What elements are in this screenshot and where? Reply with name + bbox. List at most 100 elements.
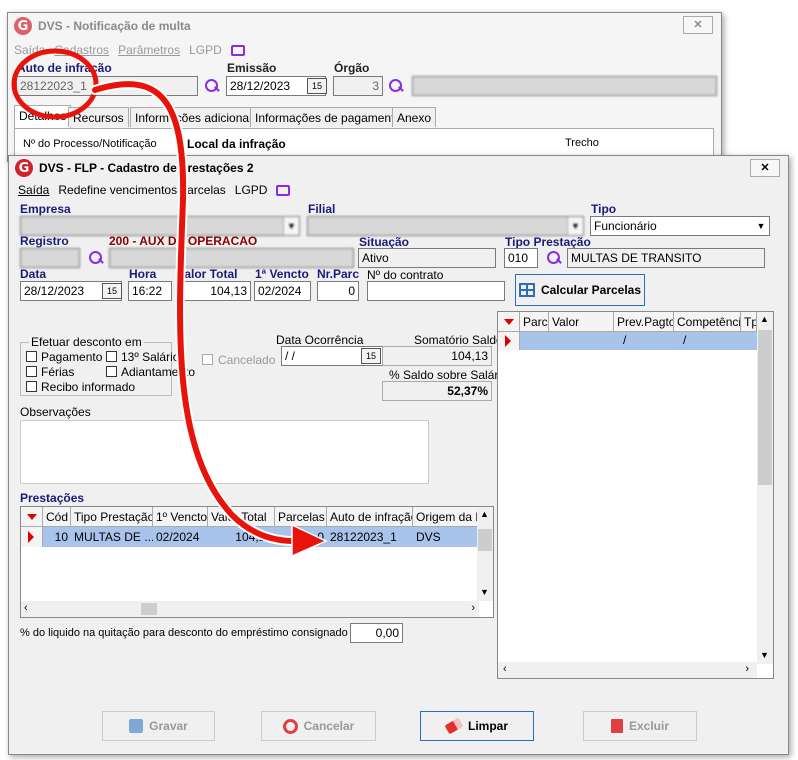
registro-input[interactable] bbox=[20, 248, 80, 268]
col-valor[interactable]: Valor bbox=[549, 312, 614, 332]
somatorio-input: 104,13 bbox=[382, 346, 492, 366]
col-tp[interactable]: Tp bbox=[741, 312, 757, 332]
hora-input[interactable]: 16:22 bbox=[128, 281, 172, 301]
vertical-scrollbar[interactable]: ▲ ▼ bbox=[757, 312, 773, 664]
data-ocorrencia-label: Data Ocorrência bbox=[276, 333, 364, 347]
row-indicator-icon bbox=[498, 332, 520, 350]
contrato-label: Nº do contrato bbox=[367, 268, 444, 282]
col-vencto[interactable]: 1º Vencto bbox=[153, 507, 208, 527]
horizontal-scrollbar[interactable]: ‹ › bbox=[21, 601, 479, 617]
app-logo-icon: G bbox=[14, 17, 32, 35]
chevron-down-icon[interactable]: ▼ bbox=[753, 217, 769, 235]
orgao-name-input bbox=[412, 76, 717, 96]
calendar-icon[interactable]: 15 bbox=[307, 78, 327, 94]
cell-vencto: 02/2024 bbox=[156, 530, 200, 544]
orgao-input[interactable]: 3 bbox=[333, 76, 383, 96]
search-icon[interactable] bbox=[88, 250, 104, 266]
filial-combo[interactable]: ▼ bbox=[307, 216, 584, 236]
pagamento-checkbox[interactable] bbox=[26, 351, 37, 362]
parcelas-grid[interactable]: Parc Valor Prev.Pagto Competência Tp / /… bbox=[497, 311, 774, 679]
col-parcelas[interactable]: Parcelas bbox=[275, 507, 327, 527]
adiantamento-checkbox[interactable] bbox=[106, 366, 117, 377]
calendar-icon[interactable]: 15 bbox=[361, 348, 381, 364]
menu-redefine-vencimentos[interactable]: Redefine vencimentos parcelas bbox=[58, 183, 225, 197]
limpar-button[interactable]: Limpar bbox=[420, 711, 534, 741]
notificacao-menubar: Saída Cadastros Parâmetros LGPD bbox=[14, 41, 245, 59]
table-row[interactable]: / / bbox=[498, 332, 757, 350]
primeiro-vencto-input[interactable]: 02/2024 bbox=[254, 281, 311, 301]
col-origem[interactable]: Origem da Pr bbox=[413, 507, 479, 527]
cell-auto: 28122023_1 bbox=[330, 530, 397, 544]
excluir-button[interactable]: Excluir bbox=[583, 711, 697, 741]
close-button[interactable]: ✕ bbox=[750, 159, 780, 177]
situacao-label: Situação bbox=[359, 235, 410, 249]
search-icon[interactable] bbox=[204, 78, 220, 94]
observacoes-textarea[interactable] bbox=[20, 420, 429, 484]
calendar-icon[interactable]: 15 bbox=[102, 283, 122, 299]
decimo-terceiro-checkbox[interactable] bbox=[106, 351, 117, 362]
col-prev-pagto[interactable]: Prev.Pagto bbox=[614, 312, 674, 332]
close-button[interactable]: ✕ bbox=[683, 16, 713, 34]
grid-indicator-header bbox=[21, 507, 43, 527]
col-cod[interactable]: Cód bbox=[43, 507, 71, 527]
vertical-scrollbar[interactable]: ▲ ▼ bbox=[477, 507, 493, 601]
table-icon bbox=[518, 283, 535, 297]
tipo-prestacao-label: Tipo Prestação bbox=[505, 235, 591, 249]
col-auto-infracao[interactable]: Auto de infração bbox=[327, 507, 413, 527]
auto-infracao-input[interactable]: 28122023_1 bbox=[16, 76, 198, 96]
tipo-combo[interactable]: Funcionário ▼ bbox=[590, 216, 770, 236]
empresa-combo[interactable]: ▼ bbox=[20, 216, 300, 236]
table-row[interactable]: 10 MULTAS DE ... 02/2024 104,13 0 281220… bbox=[21, 527, 479, 547]
contrato-input[interactable] bbox=[367, 281, 505, 301]
col-competencia[interactable]: Competência bbox=[674, 312, 741, 332]
gravar-button[interactable]: Gravar bbox=[102, 711, 215, 741]
menu-parametros[interactable]: Parâmetros bbox=[118, 43, 180, 57]
tab-informacoes-adicionais[interactable]: Informações adicionais bbox=[130, 107, 263, 127]
ferias-checkbox[interactable] bbox=[26, 366, 37, 377]
cell-parcelas: 0 bbox=[317, 530, 324, 544]
eraser-icon bbox=[444, 717, 464, 735]
cell-origem: DVS bbox=[416, 530, 441, 544]
prestacoes-window: G DVS - FLP - Cadastro de prestações 2 ✕… bbox=[8, 155, 789, 755]
pct-saldo-label: % Saldo sobre Salário bbox=[389, 368, 508, 382]
search-icon[interactable] bbox=[546, 250, 562, 266]
primeiro-vencto-label: 1ª Vencto bbox=[255, 267, 309, 281]
calcular-parcelas-button[interactable]: Calcular Parcelas bbox=[515, 274, 645, 306]
menu-saida[interactable]: Saída bbox=[18, 183, 49, 197]
recibo-checkbox[interactable] bbox=[26, 381, 37, 392]
tab-detalhes[interactable]: Detalhes bbox=[14, 105, 72, 128]
tab-informacoes-pagamento[interactable]: Informações de pagamento bbox=[250, 107, 407, 127]
search-icon[interactable] bbox=[388, 78, 404, 94]
tab-recursos[interactable]: Recursos bbox=[68, 107, 129, 127]
cancelado-label: Cancelado bbox=[218, 353, 276, 367]
menu-cadastros[interactable]: Cadastros bbox=[54, 43, 109, 57]
processo-label: Nº do Processo/Notificação bbox=[23, 138, 157, 150]
cancelado-checkbox[interactable] bbox=[202, 354, 213, 365]
monitor-icon[interactable] bbox=[230, 44, 245, 56]
registro-label: Registro bbox=[20, 234, 69, 248]
emissao-label: Emissão bbox=[227, 61, 277, 75]
menu-lgpd[interactable]: LGPD bbox=[235, 183, 268, 197]
tab-anexo[interactable]: Anexo bbox=[392, 107, 437, 127]
situacao-input: Ativo bbox=[358, 248, 496, 268]
grid-indicator-header bbox=[498, 312, 520, 332]
menu-lgpd[interactable]: LGPD bbox=[189, 43, 222, 57]
cancelar-button[interactable]: Cancelar bbox=[261, 711, 376, 741]
menu-saida[interactable]: Saída bbox=[14, 43, 45, 57]
nr-parc-input[interactable]: 0 bbox=[317, 281, 359, 301]
cell-valor: 104,13 bbox=[235, 530, 272, 544]
hora-label: Hora bbox=[129, 267, 157, 281]
pct-liquido-input[interactable]: 0,00 bbox=[350, 623, 403, 643]
horizontal-scrollbar[interactable]: ‹ › bbox=[498, 662, 757, 678]
desconto-group-title: Efetuar desconto em bbox=[29, 335, 144, 349]
tipo-prestacao-code-input[interactable]: 010 bbox=[504, 248, 538, 268]
prestacoes-grid[interactable]: Cód Tipo Prestação 1º Vencto Valor Total… bbox=[20, 506, 494, 618]
col-tipo-prestacao[interactable]: Tipo Prestação bbox=[71, 507, 153, 527]
monitor-icon[interactable] bbox=[276, 184, 291, 196]
col-parc[interactable]: Parc bbox=[520, 312, 549, 332]
observacoes-label: Observações bbox=[20, 405, 91, 419]
data-label: Data bbox=[20, 267, 47, 281]
valor-total-input[interactable]: 104,13 bbox=[177, 281, 251, 301]
col-valor-total[interactable]: Valor Total bbox=[208, 507, 275, 527]
valor-total-label: Valor Total bbox=[177, 267, 238, 281]
